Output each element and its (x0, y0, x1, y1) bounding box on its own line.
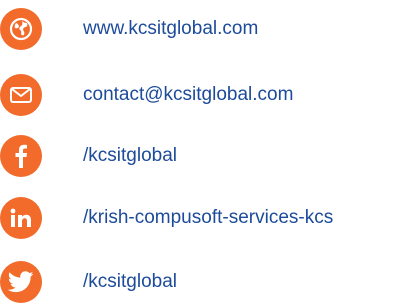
linkedin-icon (0, 197, 42, 239)
linkedin-link[interactable]: /krish-compusoft-services-kcs (0, 196, 333, 240)
email-label: contact@kcsitglobal.com (83, 84, 294, 105)
contact-list: www.kcsitglobal.com contact@kcsitglobal.… (0, 0, 416, 308)
mail-icon (0, 74, 42, 116)
website-link[interactable]: www.kcsitglobal.com (0, 7, 258, 51)
linkedin-label: /krish-compusoft-services-kcs (83, 207, 334, 228)
twitter-icon (0, 261, 42, 303)
globe-icon (0, 8, 42, 50)
facebook-label: /kcsitglobal (83, 145, 177, 166)
twitter-link[interactable]: /kcsitglobal (0, 260, 177, 304)
website-label: www.kcsitglobal.com (83, 18, 259, 39)
facebook-icon (0, 135, 42, 177)
twitter-label: /kcsitglobal (83, 271, 177, 292)
email-link[interactable]: contact@kcsitglobal.com (0, 73, 293, 117)
facebook-link[interactable]: /kcsitglobal (0, 134, 177, 178)
